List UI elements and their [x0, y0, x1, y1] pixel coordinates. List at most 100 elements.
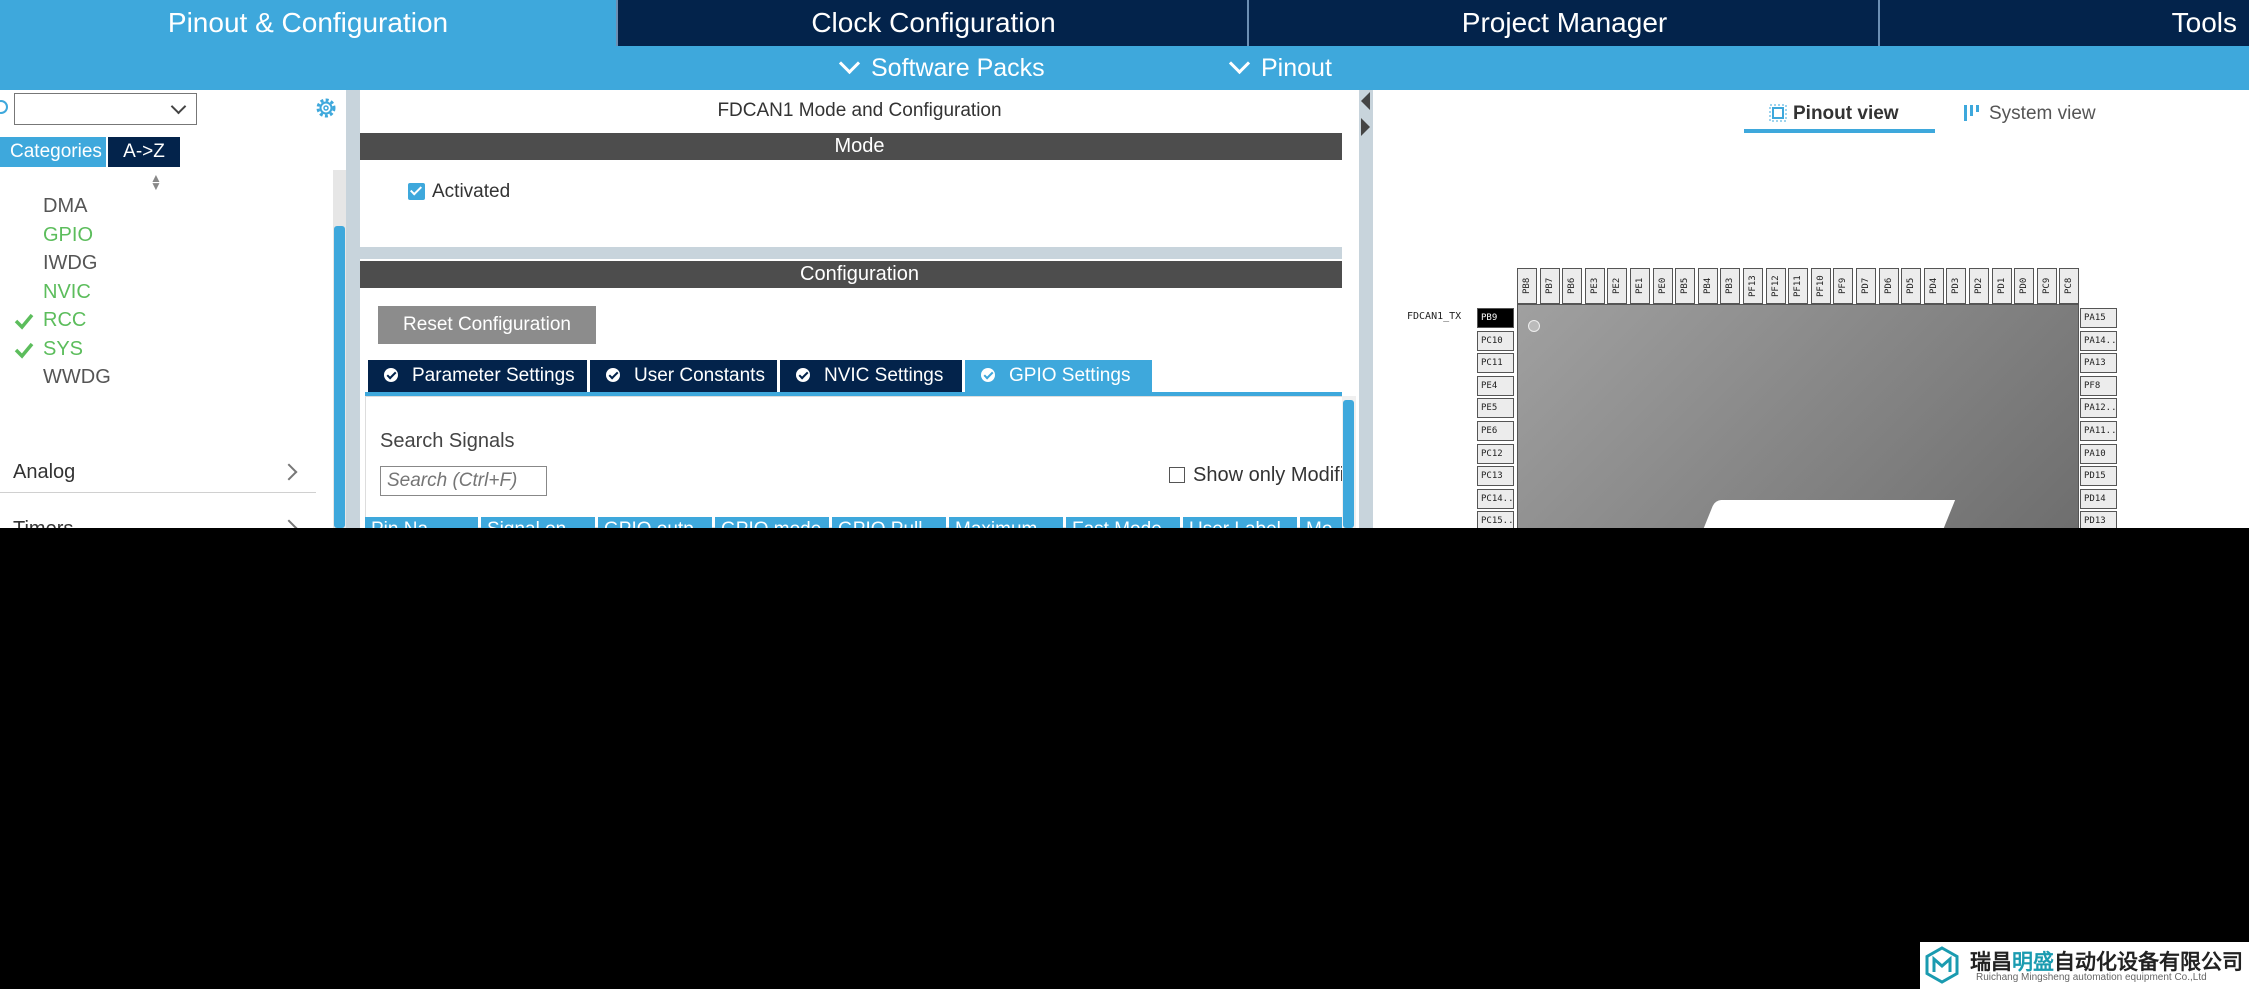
- column-header-mode[interactable]: Mo: [1300, 517, 1342, 528]
- pin[interactable]: PC12: [1477, 443, 1514, 464]
- tab-label: System view: [1989, 103, 2096, 124]
- scrollbar-thumb[interactable]: [1343, 400, 1354, 528]
- tab-categories[interactable]: Categories: [0, 137, 106, 167]
- activated-checkbox[interactable]: [408, 183, 425, 200]
- pin[interactable]: PA11..: [2080, 421, 2117, 441]
- pin[interactable]: PD6: [1878, 268, 1899, 304]
- pin[interactable]: PD0: [2014, 268, 2035, 304]
- column-header-user-label[interactable]: User Label: [1183, 517, 1297, 528]
- pin[interactable]: PF13: [1743, 268, 1763, 304]
- tree-item-sys[interactable]: SYS: [43, 338, 83, 361]
- pin[interactable]: PE2: [1607, 268, 1628, 304]
- tab-clock-configuration[interactable]: Clock Configuration: [616, 0, 1249, 46]
- tab-parameter-settings[interactable]: Parameter Settings: [368, 360, 587, 392]
- pin[interactable]: PD4: [1923, 268, 1944, 304]
- sort-icon[interactable]: ▲ ▼: [150, 172, 162, 192]
- tab-label: Pinout view: [1793, 103, 1899, 124]
- chevron-right-icon[interactable]: [280, 463, 298, 481]
- pin[interactable]: PF10: [1810, 268, 1831, 304]
- tab-tools[interactable]: Tools: [1878, 0, 2249, 46]
- pin[interactable]: PE0: [1652, 268, 1673, 304]
- show-only-modified-checkbox[interactable]: [1169, 467, 1185, 483]
- pin[interactable]: PC10: [1477, 330, 1514, 351]
- collapse-left-icon[interactable]: [1361, 92, 1370, 110]
- column-header-pin-name[interactable]: Pin Na...: [365, 517, 478, 528]
- pin[interactable]: PA12..: [2080, 398, 2117, 419]
- pin[interactable]: PB5: [1675, 268, 1696, 304]
- pin[interactable]: PD14: [2080, 488, 2117, 509]
- pin[interactable]: PB8: [1517, 268, 1537, 304]
- pin[interactable]: PA13: [2080, 353, 2117, 374]
- search-combo[interactable]: [14, 93, 197, 125]
- pin[interactable]: PD2: [1969, 268, 1989, 304]
- pin[interactable]: PB4: [1697, 268, 1718, 304]
- pin[interactable]: PD13: [2080, 511, 2117, 528]
- pin[interactable]: PC9: [2036, 268, 2057, 304]
- pin[interactable]: PD1: [1991, 268, 2012, 304]
- scrollbar-thumb[interactable]: [334, 226, 345, 528]
- pin[interactable]: PF12: [1765, 268, 1786, 304]
- column-header-signal[interactable]: Signal on...: [481, 517, 595, 528]
- pin[interactable]: PC13: [1477, 466, 1514, 487]
- pin[interactable]: PE4: [1477, 375, 1514, 396]
- group-timers[interactable]: Timers: [13, 518, 73, 528]
- tab-system-view[interactable]: System view: [1963, 99, 2096, 133]
- pin[interactable]: PD5: [1901, 268, 1922, 304]
- column-header-fast-mode[interactable]: Fast Mode: [1066, 517, 1180, 528]
- checkmark-icon: [14, 342, 34, 359]
- pin[interactable]: PE3: [1584, 268, 1605, 304]
- column-header-gpio-pull[interactable]: GPIO Pull-...: [832, 517, 946, 528]
- tab-a-to-z[interactable]: A->Z: [108, 137, 180, 167]
- pin[interactable]: PB3: [1720, 268, 1741, 304]
- search-signals-input[interactable]: [380, 466, 547, 496]
- pin[interactable]: PA10: [2080, 443, 2117, 464]
- pin[interactable]: PE1: [1630, 268, 1650, 304]
- group-analog[interactable]: Analog: [13, 461, 75, 484]
- tree-item-iwdg[interactable]: IWDG: [43, 252, 97, 275]
- tree-item-rcc[interactable]: RCC: [43, 309, 86, 332]
- pin[interactable]: PC8: [2059, 268, 2080, 304]
- tree-item-nvic[interactable]: NVIC: [43, 281, 91, 304]
- panel-splitter[interactable]: [1359, 90, 1373, 528]
- pin[interactable]: PD3: [1946, 268, 1967, 304]
- pin[interactable]: PF9: [1833, 268, 1854, 304]
- pin1-marker: [1528, 320, 1540, 332]
- pinout-menu[interactable]: Pinout: [1228, 46, 1332, 90]
- tab-label: Parameter Settings: [412, 365, 575, 386]
- reset-configuration-button[interactable]: Reset Configuration: [378, 306, 596, 344]
- column-header-maximum[interactable]: Maximum...: [949, 517, 1063, 528]
- software-packs-menu[interactable]: Software Packs: [838, 46, 1045, 90]
- chevron-down-icon[interactable]: [170, 98, 187, 115]
- column-header-gpio-output[interactable]: GPIO outp...: [598, 517, 712, 528]
- tab-nvic-settings[interactable]: NVIC Settings: [780, 360, 962, 392]
- pin[interactable]: PA15: [2080, 308, 2117, 328]
- tab-project-manager[interactable]: Project Manager: [1247, 0, 1880, 46]
- tree-item-dma[interactable]: DMA: [43, 195, 87, 218]
- pin[interactable]: PC11: [1477, 353, 1514, 374]
- pin[interactable]: PD15: [2080, 466, 2117, 487]
- pin[interactable]: PE6: [1477, 421, 1514, 441]
- tree-item-gpio[interactable]: GPIO: [43, 224, 93, 247]
- pin[interactable]: PB7: [1539, 268, 1560, 304]
- pin[interactable]: PB6: [1562, 268, 1583, 304]
- panel-splitter[interactable]: [346, 90, 360, 528]
- pin[interactable]: PE5: [1477, 398, 1514, 419]
- pin[interactable]: PC14..: [1477, 488, 1514, 509]
- pin[interactable]: PF11: [1788, 268, 1809, 304]
- tab-pinout-view[interactable]: Pinout view: [1744, 99, 1935, 133]
- gear-icon[interactable]: [314, 96, 338, 120]
- tree-item-wwdg[interactable]: WWDG: [43, 366, 111, 389]
- chevron-right-icon[interactable]: [280, 519, 298, 528]
- tab-pinout-configuration[interactable]: Pinout & Configuration: [0, 0, 616, 46]
- pin[interactable]: PD7: [1856, 268, 1876, 304]
- tab-gpio-settings[interactable]: GPIO Settings: [965, 360, 1152, 392]
- activated-label: Activated: [432, 181, 511, 202]
- pin[interactable]: PB9: [1477, 308, 1514, 328]
- column-header-gpio-mode[interactable]: GPIO mode: [715, 517, 829, 528]
- tab-user-constants[interactable]: User Constants: [590, 360, 777, 392]
- mcu-chip-body[interactable]: [1517, 304, 2079, 528]
- expand-right-icon[interactable]: [1361, 118, 1370, 136]
- pin[interactable]: PF8: [2080, 375, 2117, 396]
- pin[interactable]: PC15..: [1477, 511, 1514, 528]
- pin[interactable]: PA14..: [2080, 330, 2117, 351]
